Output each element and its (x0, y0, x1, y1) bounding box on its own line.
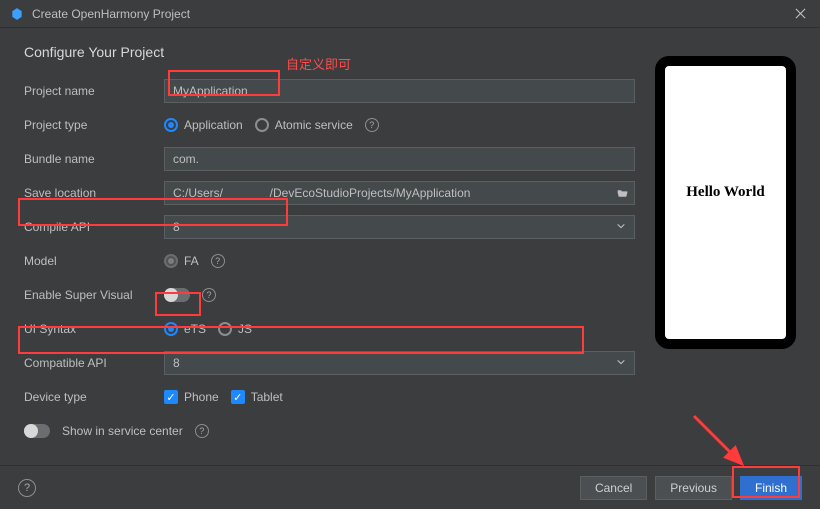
compile-api-value: 8 (173, 220, 180, 234)
radio-application-label: Application (184, 118, 243, 132)
checkbox-tablet[interactable]: ✓ (231, 390, 245, 404)
label-save-location: Save location (24, 186, 164, 200)
checkbox-tablet-label: Tablet (251, 390, 283, 404)
radio-atomic-service[interactable]: Atomic service (255, 118, 353, 132)
help-icon[interactable]: ? (365, 118, 379, 132)
checkbox-phone[interactable]: ✓ (164, 390, 178, 404)
label-bundle-name: Bundle name (24, 152, 164, 166)
preview-text: Hello World (686, 184, 764, 201)
finish-button[interactable]: Finish (740, 476, 802, 500)
radio-model-fa: FA (164, 254, 199, 268)
bundle-name-input[interactable] (164, 147, 635, 171)
app-logo-icon (10, 7, 24, 21)
chevron-down-icon (616, 356, 626, 370)
label-project-type: Project type (24, 118, 164, 132)
folder-open-icon[interactable] (615, 186, 629, 200)
project-name-input[interactable] (164, 79, 635, 103)
window-title: Create OpenHarmony Project (32, 7, 190, 21)
label-enable-super-visual: Enable Super Visual (24, 288, 164, 302)
help-icon[interactable]: ? (195, 424, 209, 438)
help-icon[interactable]: ? (202, 288, 216, 302)
device-preview: Hello World (655, 56, 796, 349)
label-show-in-service-center: Show in service center (62, 424, 183, 438)
footer: ? Cancel Previous Finish (0, 465, 820, 509)
compatible-api-select[interactable]: 8 (164, 351, 635, 375)
radio-js-label: JS (238, 322, 252, 336)
save-location-input[interactable] (164, 181, 635, 205)
radio-application[interactable]: Application (164, 118, 243, 132)
label-model: Model (24, 254, 164, 268)
label-device-type: Device type (24, 390, 164, 404)
radio-model-fa-label: FA (184, 254, 199, 268)
show-in-service-center-toggle[interactable] (24, 424, 50, 438)
help-icon[interactable]: ? (211, 254, 225, 268)
annotation-text: 自定义即可 (286, 54, 351, 73)
previous-button[interactable]: Previous (655, 476, 732, 500)
enable-super-visual-toggle[interactable] (164, 288, 190, 302)
chevron-down-icon (616, 220, 626, 234)
radio-ets[interactable]: eTS (164, 322, 206, 336)
titlebar: Create OpenHarmony Project (0, 0, 820, 28)
cancel-button[interactable]: Cancel (580, 476, 647, 500)
label-project-name: Project name (24, 84, 164, 98)
compatible-api-value: 8 (173, 356, 180, 370)
radio-ets-label: eTS (184, 322, 206, 336)
label-compatible-api: Compatible API (24, 356, 164, 370)
checkbox-phone-label: Phone (184, 390, 219, 404)
label-compile-api: Compile API (24, 220, 164, 234)
preview-panel: Hello World (655, 44, 796, 452)
help-icon[interactable]: ? (18, 479, 36, 497)
form-column: Configure Your Project Project name Proj… (24, 44, 635, 452)
radio-js[interactable]: JS (218, 322, 252, 336)
radio-atomic-service-label: Atomic service (275, 118, 353, 132)
compile-api-select[interactable]: 8 (164, 215, 635, 239)
close-icon[interactable] (790, 4, 810, 24)
label-ui-syntax: UI Syntax (24, 322, 164, 336)
